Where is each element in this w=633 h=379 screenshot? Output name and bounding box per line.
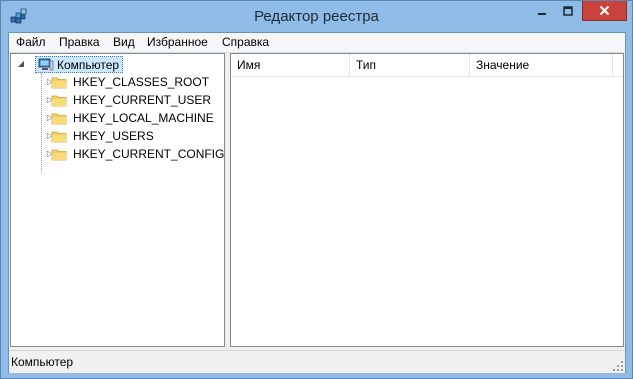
maximize-icon: [563, 6, 573, 16]
folder-icon: [51, 149, 67, 161]
tree-item-label: HKEY_CURRENT_CONFIG: [73, 147, 225, 161]
tree-item-label: HKEY_USERS: [73, 129, 154, 143]
folder-icon: [51, 95, 67, 107]
status-bar: Компьютер: [9, 350, 625, 373]
collapse-icon[interactable]: ◢: [17, 60, 25, 68]
tree-item-label: HKEY_CLASSES_ROOT: [73, 75, 210, 89]
title-bar[interactable]: Редактор реестра: [1, 1, 632, 32]
tree-item-hku[interactable]: ▷ HKEY_USERS: [13, 127, 223, 145]
tree-root-label: Компьютер: [57, 57, 120, 72]
menu-view[interactable]: Вид: [112, 35, 136, 49]
menu-bar: Файл Правка Вид Избранное Справка: [9, 33, 625, 53]
menu-file[interactable]: Файл: [15, 35, 47, 49]
registry-editor-window: Редактор реестра Файл Правка Вид Избранн…: [0, 0, 633, 379]
computer-icon: [38, 58, 54, 70]
minimize-icon: [538, 13, 546, 15]
tree-item-hkcr[interactable]: ▷ HKEY_CLASSES_ROOT: [13, 73, 223, 91]
tree-root-node[interactable]: Компьютер: [35, 56, 124, 73]
list-header: Имя Тип Значение: [231, 54, 623, 77]
folder-icon: [51, 77, 67, 89]
folder-icon: [51, 131, 67, 143]
menu-help[interactable]: Справка: [221, 35, 270, 49]
menu-edit[interactable]: Правка: [58, 35, 101, 49]
close-icon: [599, 5, 610, 16]
menu-favorites[interactable]: Избранное: [146, 35, 209, 49]
tree-root[interactable]: ◢ Компьютер: [13, 56, 213, 73]
column-header-type[interactable]: Тип: [350, 54, 470, 76]
tree-item-hkcc[interactable]: ▷ HKEY_CURRENT_CONFIG: [13, 145, 225, 163]
minimize-button[interactable]: [529, 1, 555, 21]
resize-grip-icon[interactable]: [613, 361, 623, 371]
status-text: Компьютер: [11, 355, 74, 369]
maximize-button[interactable]: [555, 1, 581, 21]
folder-icon: [51, 113, 67, 125]
tree-item-label: HKEY_CURRENT_USER: [73, 93, 212, 107]
values-list[interactable]: Имя Тип Значение: [230, 53, 624, 347]
tree-item-hkcu[interactable]: ▷ HKEY_CURRENT_USER: [13, 91, 223, 109]
key-tree[interactable]: ◢ Компьютер ▷ HKEY_CLASSES_ROOT ▷ HKEY_C…: [10, 53, 225, 347]
tree-item-hklm[interactable]: ▷ HKEY_LOCAL_MACHINE: [13, 109, 223, 127]
tree-item-label: HKEY_LOCAL_MACHINE: [73, 111, 214, 125]
close-button[interactable]: [582, 1, 627, 21]
client-area: Файл Правка Вид Избранное Справка ◢ Комп…: [8, 32, 626, 373]
column-header-value[interactable]: Значение: [470, 54, 613, 76]
column-header-name[interactable]: Имя: [231, 54, 350, 76]
